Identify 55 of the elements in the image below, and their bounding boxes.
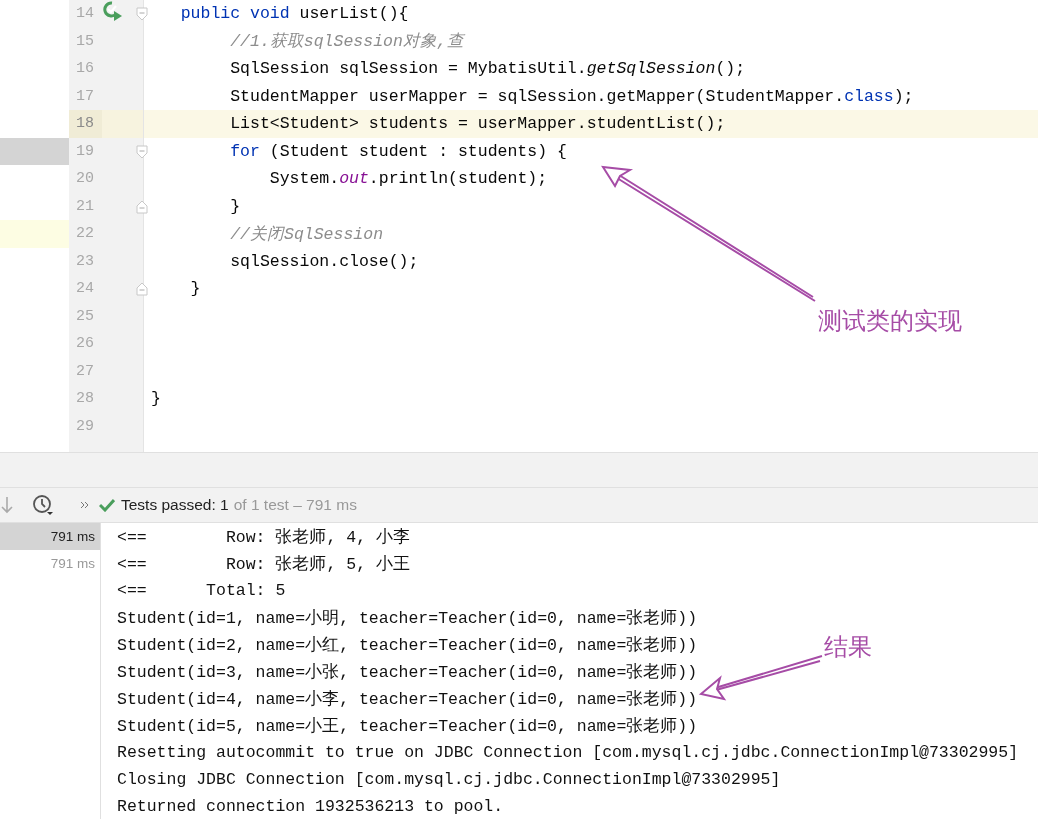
line-number: 15 xyxy=(75,31,95,52)
line-number: 21 xyxy=(75,196,95,217)
console-line: Resetting autocommit to true on JDBC Connection [com.mysql.cj.jdbc.ConnectionImpl@73302995] xyxy=(117,743,1019,762)
line-number: 16 xyxy=(75,59,95,79)
run-icon[interactable] xyxy=(103,1,123,21)
console-line: Student(id=4, name=小李, teacher=Teacher(id=0, name=张老师)) xyxy=(117,688,698,710)
code-line: List<Student> students = userMapper.studentList(); xyxy=(229,114,726,134)
line-number: 22 xyxy=(75,224,95,244)
console-line: <== Row: 张老师, 4, 小李 xyxy=(117,526,410,548)
annotation-label: 测试类的实现 xyxy=(818,306,962,337)
code-line: //1.获取sqlSession对象,查 xyxy=(229,31,464,53)
down-arrow-icon[interactable] xyxy=(1,496,13,514)
console-line: Returned connection 1932536213 to pool. xyxy=(117,797,504,816)
chevrons-icon[interactable] xyxy=(80,501,90,509)
console-line: Closing JDBC Connection [com.mysql.cj.jdbc.ConnectionImpl@73302995] xyxy=(117,770,781,789)
line-number: 23 xyxy=(75,251,95,272)
line-number: 20 xyxy=(75,169,95,189)
console-line: <== Row: 张老师, 5, 小王 xyxy=(117,553,410,575)
check-icon xyxy=(99,498,115,512)
line-number: 28 xyxy=(75,389,95,409)
fold-icon[interactable] xyxy=(136,199,148,214)
code-line: StudentMapper userMapper = sqlSession.getMapper(StudentMapper.class); xyxy=(229,86,914,106)
side-highlight xyxy=(0,220,69,248)
code-line: for (Student student : students) { xyxy=(229,141,567,161)
code-line: public void userList(){ xyxy=(179,4,409,24)
code-line: System.out.println(student); xyxy=(268,169,548,189)
line-number: 14 xyxy=(75,4,95,24)
code-line: SqlSession sqlSession = MybatisUtil.getSqlSession(); xyxy=(229,59,746,79)
console-line: Student(id=2, name=小红, teacher=Teacher(id=0, name=张老师)) xyxy=(117,634,698,656)
console-line: Student(id=5, name=小王, teacher=Teacher(id=0, name=张老师)) xyxy=(117,715,698,737)
console-line: Student(id=3, name=小张, teacher=Teacher(id=0, name=张老师)) xyxy=(117,661,698,683)
line-number: 18 xyxy=(69,110,102,138)
line-number: 25 xyxy=(75,306,95,327)
test-detail: of 1 test – 791 ms xyxy=(233,496,357,514)
code-line: sqlSession.close(); xyxy=(229,251,419,271)
fold-icon[interactable] xyxy=(136,282,148,296)
code-line: } xyxy=(229,196,241,216)
console-line: Student(id=1, name=小明, teacher=Teacher(id=0, name=张老师)) xyxy=(117,607,698,629)
test-tree-item[interactable]: 791 ms xyxy=(0,523,100,550)
fold-icon[interactable] xyxy=(136,144,148,159)
line-number: 27 xyxy=(75,361,95,382)
line-number: 29 xyxy=(75,416,95,437)
line-number: 24 xyxy=(75,279,95,299)
clock-icon[interactable] xyxy=(32,494,54,516)
console-line: <== Total: 5 xyxy=(117,581,286,600)
code-line: } xyxy=(151,389,161,409)
code-line: //关闭SqlSession xyxy=(229,223,384,245)
fold-icon[interactable] xyxy=(136,7,148,21)
code-line: } xyxy=(189,279,201,299)
line-number: 19 xyxy=(75,141,95,162)
test-status: Tests passed: 1 xyxy=(121,496,229,514)
line-number: 26 xyxy=(75,334,95,354)
side-highlight xyxy=(0,137,69,165)
annotation-label: 结果 xyxy=(824,632,872,663)
line-number: 17 xyxy=(75,86,95,107)
